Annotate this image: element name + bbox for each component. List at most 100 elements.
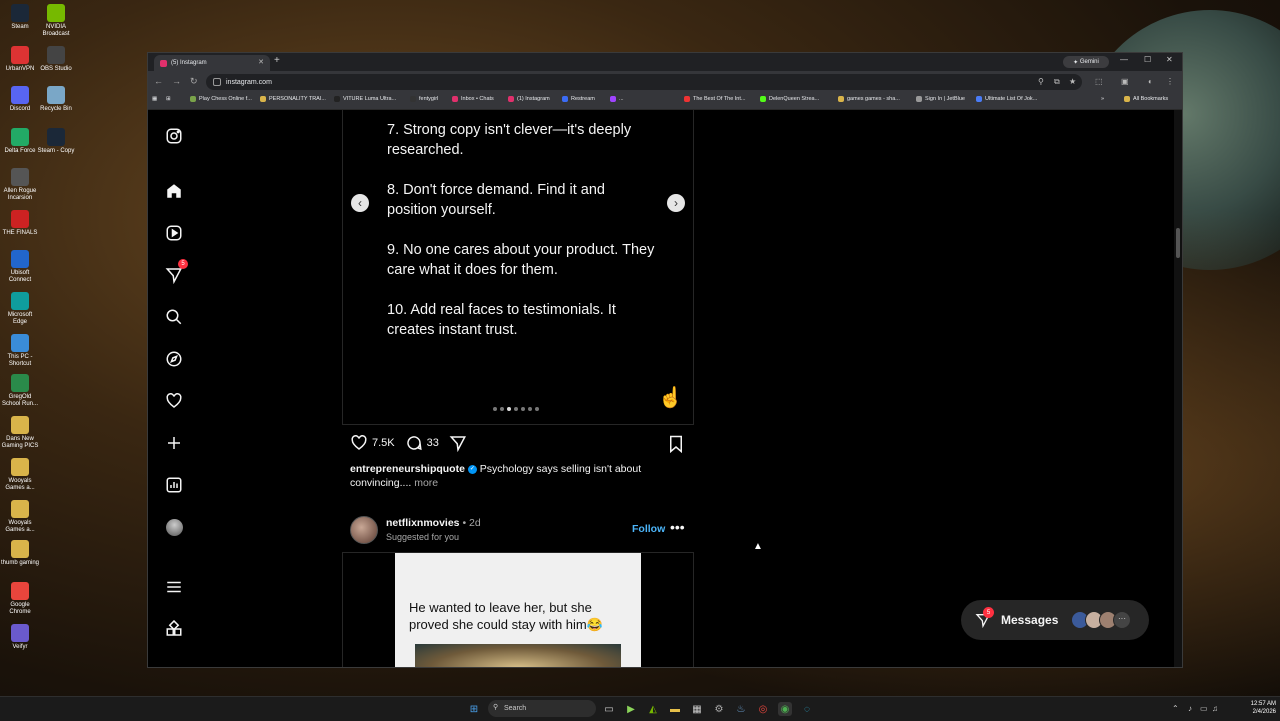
apps-icon[interactable]: ▦ [152,96,157,102]
tab-instagram[interactable]: (5) Instagram ✕ [154,55,270,71]
post2-avatar[interactable] [350,516,378,544]
carousel-prev-button[interactable]: ‹ [351,194,369,212]
post2-media[interactable]: He wanted to leave her, but she proved s… [342,552,694,667]
extensions-icon[interactable]: ⬚ [1095,77,1103,86]
like-button[interactable]: 7.5K [350,434,395,452]
tray-chevron-icon[interactable]: ⌃ [1172,704,1179,713]
media-player-icon[interactable]: ▶ [624,702,638,716]
home-icon[interactable] [164,181,184,201]
search-icon[interactable] [164,307,184,327]
notifications-heart-icon[interactable] [164,391,184,411]
bookmark-item[interactable]: The Best Of The Int... [684,96,745,102]
post-carousel[interactable]: 7. Strong copy isn't clever—it's deeply … [342,110,694,425]
desktop-icon[interactable]: UrbanVPN [0,46,40,73]
caption-username[interactable]: entrepreneurshipquote [350,463,465,475]
desktop-icon[interactable]: Discord [0,86,40,113]
bookmark-item[interactable]: Restream [562,96,595,102]
bookmark-item[interactable]: games games - sha... [838,96,900,102]
more-bookmarks-icon[interactable]: » [1101,96,1104,102]
zoom-icon[interactable]: ⚲ [1038,77,1044,86]
profile-avatar[interactable] [164,517,184,537]
maximize-icon[interactable]: ☐ [1144,55,1151,64]
gemini-button[interactable]: ✦ Gemini [1063,56,1109,68]
bookmark-item[interactable]: VITURE Luma Ultra... [334,96,396,102]
bookmark-item[interactable]: PERSONALITY TRAI... [260,96,326,102]
carousel-next-button[interactable]: › [667,194,685,212]
reload-icon[interactable]: ↻ [190,76,198,87]
new-tab-icon[interactable]: + [274,55,280,66]
bookmark-item[interactable]: Play Chess Online f... [190,96,252,102]
desktop-icon[interactable]: Steam - Copy [36,128,76,155]
menu-kebab-icon[interactable]: ⋮ [1166,77,1174,86]
messages-nav-icon[interactable]: 5 [164,259,188,285]
desktop-icon[interactable]: Delta Force [0,128,40,155]
opera-icon[interactable]: ◎ [756,702,770,716]
install-icon[interactable]: ⧉ [1054,77,1060,87]
bookmark-item[interactable]: Sign In | JetBlue [916,96,965,102]
share-button[interactable] [449,434,467,452]
close-window-icon[interactable]: ✕ [1166,55,1173,64]
create-plus-icon[interactable] [164,433,184,453]
bookmark-item[interactable]: ... [610,96,624,102]
desktop-icon[interactable]: thumb gaming [0,540,40,567]
store-icon[interactable]: ▦ [690,702,704,716]
instagram-logo-icon[interactable] [164,126,184,146]
all-bookmarks[interactable]: All Bookmarks [1124,96,1168,102]
desktop-icon[interactable]: Steam [0,4,40,31]
scrollbar-thumb[interactable] [1176,228,1180,258]
mic-icon[interactable]: ♪ [1188,704,1192,713]
post-options-icon[interactable]: ••• [670,519,685,535]
close-tab-icon[interactable]: ✕ [258,58,264,66]
comment-button[interactable]: 33 [405,434,439,452]
also-from-meta-icon[interactable] [164,619,184,639]
save-bookmark-icon[interactable] [668,435,684,456]
tab-groups-icon[interactable]: ⊞ [166,96,171,102]
desktop-icon[interactable]: NVIDIA Broadcast [36,4,76,38]
settings-gear-icon[interactable]: ⚙ [712,702,726,716]
bookmark-item[interactable]: DelenQueen Strea... [760,96,819,102]
minimize-icon[interactable]: — [1120,55,1128,64]
chrome-icon[interactable]: ◉ [778,702,792,716]
desktop-icon[interactable]: Allen Rogue Incarsion [0,168,40,202]
bookmark-item[interactable]: (1) Instagram [508,96,550,102]
start-icon[interactable]: ⊞ [467,702,481,716]
page-scrollbar[interactable] [1174,110,1182,667]
desktop-icon[interactable]: Wooyals Games a... [0,500,40,534]
desktop-icon[interactable]: GregOld School Run... [0,374,40,408]
desktop-icon[interactable]: OBS Studio [36,46,76,73]
desktop-icon[interactable]: Dans New Gaming PICS [0,416,40,450]
desktop-icon[interactable]: This PC - Shortcut [0,334,40,368]
desktop-icon[interactable]: THE FINALS [0,210,40,237]
bookmark-item[interactable]: fentygirl [410,96,438,102]
task-view-icon[interactable]: ▭ [602,702,616,716]
taskbar-clock[interactable]: 12:57 AM 2/4/2026 [1230,700,1276,716]
volume-icon[interactable]: ♫ [1212,704,1218,713]
sidepanel-icon[interactable]: ▣ [1121,77,1129,86]
dashboard-icon[interactable] [164,475,184,495]
nvidia-icon[interactable]: ◭ [646,702,660,716]
back-icon[interactable]: ← [154,76,163,86]
bookmark-item[interactable]: Ultimate List Of Jok... [976,96,1037,102]
follow-button[interactable]: Follow [632,523,665,535]
desktop-icon[interactable]: Microsoft Edge [0,292,40,326]
desktop-icon[interactable]: Wooyals Games a... [0,458,40,492]
explore-icon[interactable] [164,349,184,369]
file-explorer-icon[interactable]: ▬ [668,702,682,716]
url-input[interactable]: instagram.com [206,74,1082,90]
taskbar-search[interactable]: ⚲ Search [488,700,596,717]
forward-icon[interactable]: → [172,76,181,86]
network-icon[interactable]: ▭ [1200,704,1208,713]
profile-icon[interactable]: ◐ [1148,77,1153,86]
site-info-icon[interactable] [213,78,221,86]
desktop-icon[interactable]: Veifyr [0,624,40,651]
steam-icon[interactable]: ♨ [734,702,748,716]
messages-widget[interactable]: 5 Messages ··· [961,600,1149,640]
edge-icon[interactable]: ◌ [800,702,814,716]
post2-username[interactable]: netflixnmovies [386,517,460,529]
bookmark-item[interactable]: Inbox • Chats [452,96,494,102]
reels-icon[interactable] [164,223,184,243]
desktop-icon[interactable]: Google Chrome [0,582,40,616]
caption-more-link[interactable]: more [414,477,438,489]
bookmark-star-icon[interactable]: ★ [1069,77,1076,86]
desktop-icon[interactable]: Ubisoft Connect [0,250,40,284]
